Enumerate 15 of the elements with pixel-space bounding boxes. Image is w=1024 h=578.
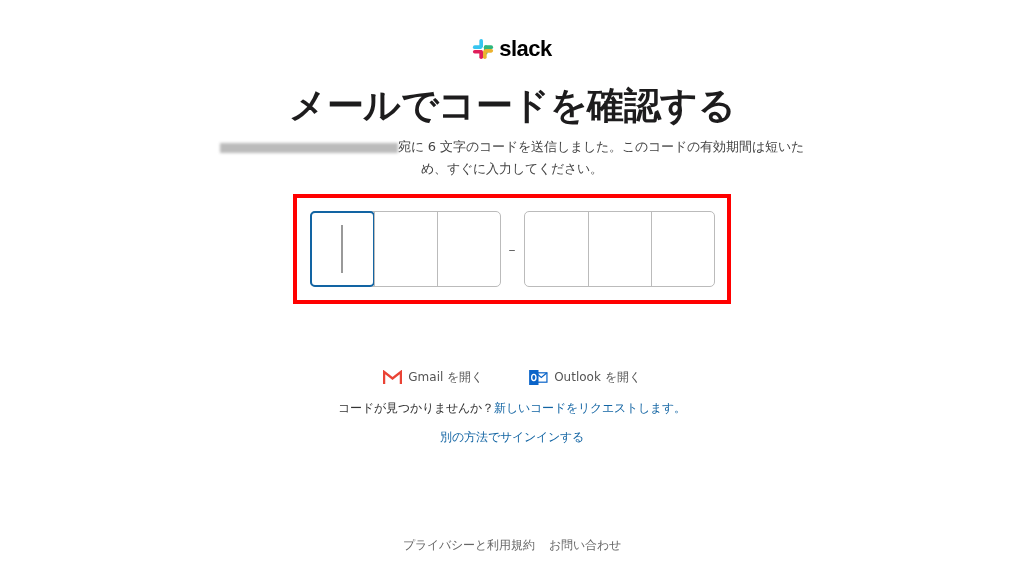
page-title: メールでコードを確認する [289, 83, 735, 129]
no-code-text: コードが見つかりませんか？ [338, 401, 494, 415]
logo-wordmark: slack [499, 36, 552, 62]
code-digit-field[interactable] [309, 211, 375, 287]
envelope-m-icon [383, 370, 403, 385]
request-code-link[interactable]: 新しいコードをリクエストします。 [494, 401, 686, 415]
slack-logo-icon [472, 38, 495, 60]
code-separator: – [508, 241, 516, 257]
instruction-text: 宛に 6 文字のコードを送信しました。このコードの有効期間は短いため、すぐに入力してください。 [397, 139, 805, 176]
alternate-signin-link[interactable]: 別の方法でサインインする [440, 429, 584, 446]
open-mail-link[interactable]: Outlook を開く [529, 369, 641, 386]
footer-link[interactable]: プライバシーと利用規約 [403, 537, 535, 554]
footer-link[interactable]: お問い合わせ [549, 537, 621, 554]
open-mail-link[interactable]: Gmail を開く [383, 369, 484, 386]
envelope-o-icon [529, 370, 549, 385]
